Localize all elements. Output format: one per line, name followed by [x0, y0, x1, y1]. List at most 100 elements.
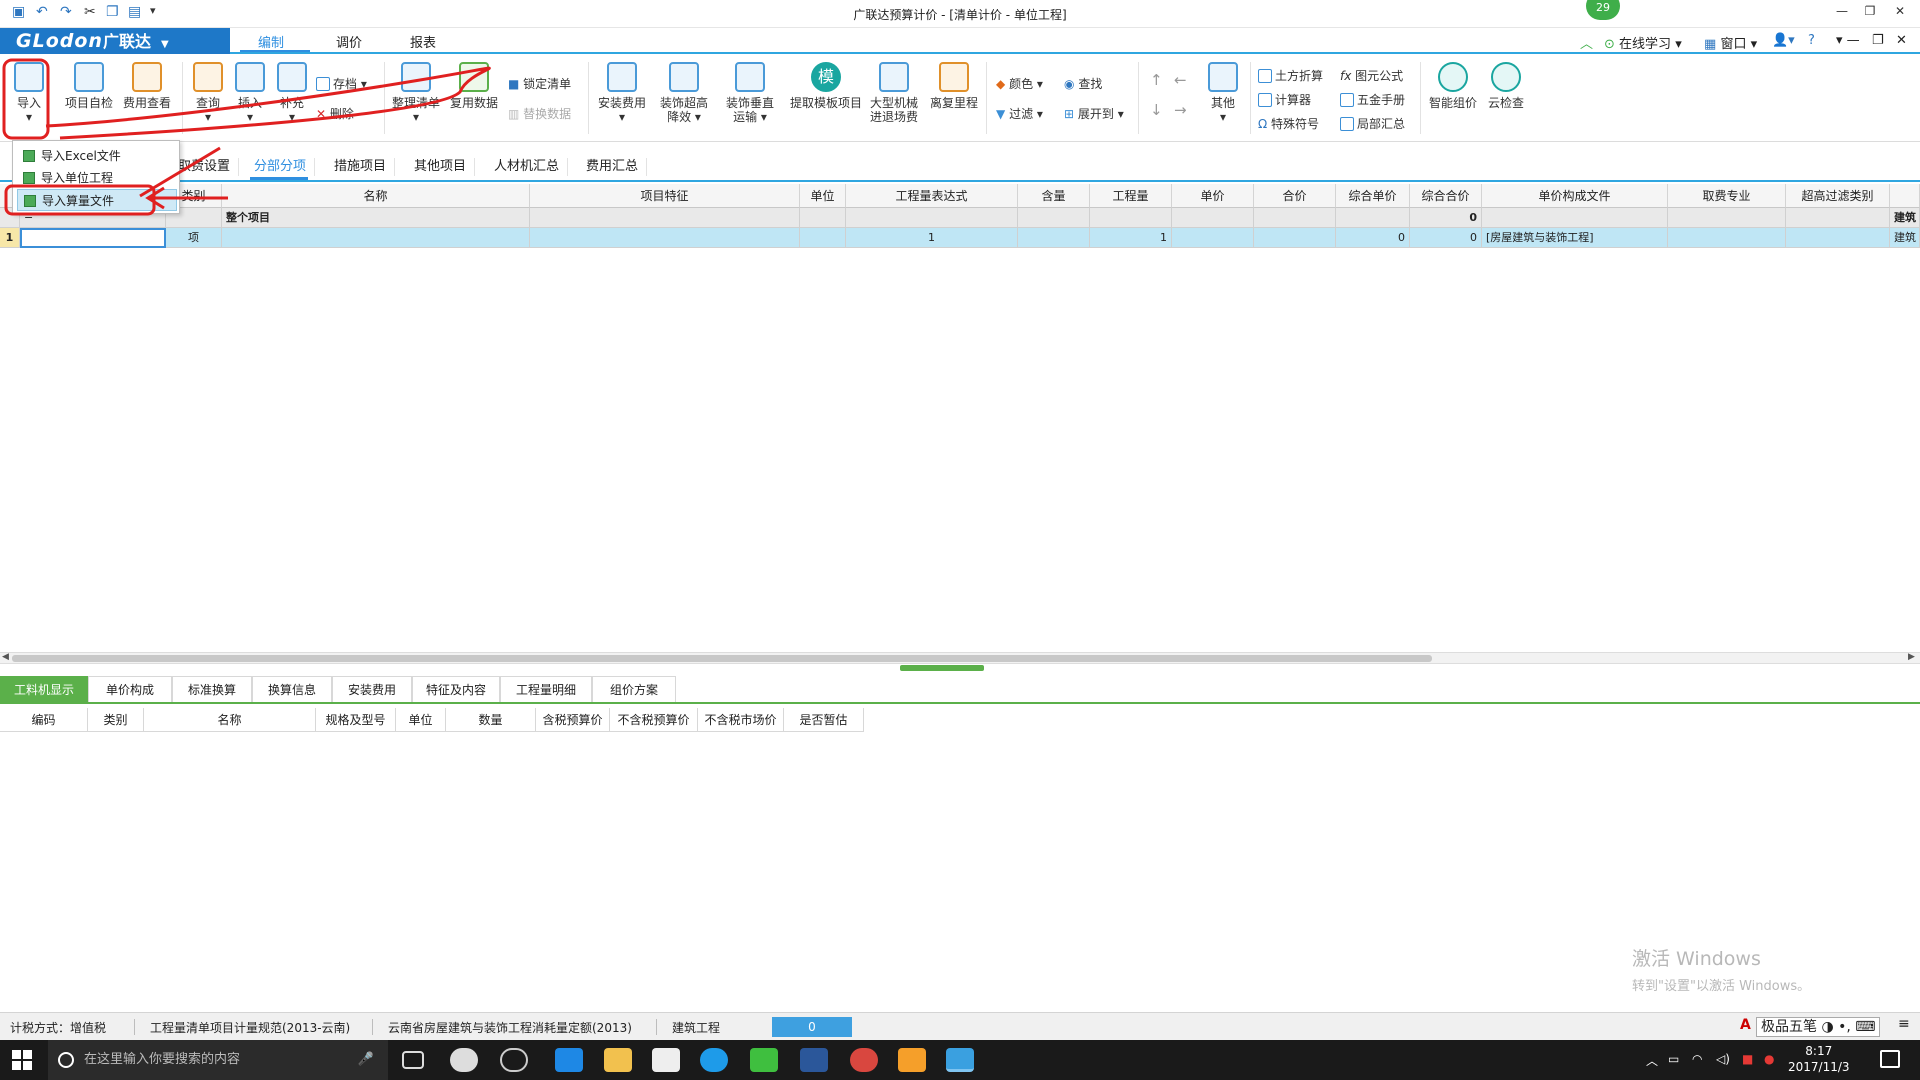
- grid-header-price[interactable]: 单价: [1172, 184, 1254, 208]
- deco-high-button[interactable]: 装饰超高 降效 ▾: [656, 62, 712, 124]
- tab-measure-items[interactable]: 措施项目: [326, 158, 396, 176]
- taskbar-clock[interactable]: 8:17 2017/11/3: [1788, 1043, 1850, 1075]
- grid-header-content[interactable]: 含量: [1018, 184, 1090, 208]
- tab-division-items[interactable]: 分部分项: [246, 158, 316, 176]
- far-distance-button[interactable]: 离复里程: [926, 62, 982, 110]
- menu-icon[interactable]: ≡: [1898, 1016, 1910, 1032]
- tab-other-items[interactable]: 其他项目: [406, 158, 476, 176]
- install-fee-button[interactable]: 安装费用 ▾: [594, 62, 650, 124]
- tray-app-icon[interactable]: ■: [1742, 1052, 1753, 1066]
- bgrid-header-unit[interactable]: 单位: [396, 708, 446, 732]
- bgrid-header-provisional[interactable]: 是否暂估: [784, 708, 864, 732]
- budget-app-icon[interactable]: [946, 1048, 974, 1072]
- horizontal-scrollbar[interactable]: ◀ ▶: [0, 652, 1920, 664]
- filter-button[interactable]: ▼ 过滤 ▾: [996, 106, 1043, 122]
- task-view-icon[interactable]: [402, 1051, 424, 1069]
- hardware-manual-button[interactable]: 五金手册: [1340, 92, 1405, 108]
- menu-tab-report[interactable]: 报表: [410, 32, 436, 51]
- tab-price-composition[interactable]: 单价构成: [88, 676, 172, 702]
- table-row-project[interactable]: − 整个项目 0 建筑: [0, 208, 1920, 228]
- tab-material-summary[interactable]: 人材机汇总: [486, 158, 569, 176]
- grid-header-unit-total[interactable]: 综合合价: [1410, 184, 1482, 208]
- import-button[interactable]: 导入 ▾: [8, 62, 50, 124]
- menu-item-import-unit-project[interactable]: 导入单位工程: [17, 167, 177, 189]
- tab-quantity-detail[interactable]: 工程量明细: [500, 676, 592, 702]
- fee-view-button[interactable]: 费用查看: [120, 62, 174, 110]
- grid-header-feature[interactable]: 项目特征: [530, 184, 800, 208]
- grid-header-fee-type[interactable]: 取费专业: [1668, 184, 1786, 208]
- find-button[interactable]: ◉ 查找: [1064, 76, 1102, 92]
- grid-header-unit-price[interactable]: 综合单价: [1336, 184, 1410, 208]
- other-button[interactable]: 其他 ▾: [1200, 62, 1246, 124]
- grid-header-price-file[interactable]: 单价构成文件: [1482, 184, 1668, 208]
- query-button[interactable]: 查询 ▾: [188, 62, 228, 124]
- bgrid-header-amount[interactable]: 数量: [446, 708, 536, 732]
- reuse-data-button[interactable]: 复用数据: [448, 62, 500, 110]
- special-char-button[interactable]: Ω 特殊符号: [1258, 116, 1319, 132]
- save-archive-button[interactable]: 存档 ▾: [316, 76, 367, 92]
- big-machine-button[interactable]: 大型机械 进退场费: [866, 62, 922, 124]
- bgrid-header-spec[interactable]: 规格及型号: [316, 708, 396, 732]
- tray-expand-icon[interactable]: ︿: [1646, 1052, 1658, 1069]
- scroll-left-icon[interactable]: ◀: [2, 652, 9, 662]
- ime-indicator[interactable]: 极品五笔 ◑ •, ⌨: [1756, 1017, 1881, 1037]
- formula-button[interactable]: fx 图元公式: [1340, 68, 1403, 84]
- ribbon-minimize-icon[interactable]: ▾ —: [1836, 33, 1860, 48]
- tab-standard-conversion[interactable]: 标准换算: [172, 676, 252, 702]
- windows-start-icon[interactable]: [12, 1050, 32, 1070]
- grid-header-filter-type[interactable]: 超高过滤类别: [1786, 184, 1890, 208]
- edge-icon[interactable]: [555, 1048, 583, 1072]
- bgrid-header-code[interactable]: 编码: [0, 708, 88, 732]
- earthwork-button[interactable]: 土方折算: [1258, 68, 1323, 84]
- help-icon[interactable]: ?: [1808, 33, 1815, 48]
- tab-conversion-info[interactable]: 换算信息: [252, 676, 332, 702]
- insert-button[interactable]: 插入 ▾: [230, 62, 270, 124]
- menu-tab-adjust-price[interactable]: 调价: [336, 32, 362, 51]
- bgrid-header-notax-price[interactable]: 不含税预算价: [610, 708, 698, 732]
- code-cell-selected[interactable]: [20, 228, 166, 248]
- cloud-check-button[interactable]: 云检查: [1484, 62, 1528, 110]
- window-menu[interactable]: ▦ 窗口 ▾: [1704, 33, 1757, 52]
- pane-splitter-handle[interactable]: [900, 665, 984, 671]
- color-button[interactable]: ◆ 颜色 ▾: [996, 76, 1043, 92]
- replace-data-button[interactable]: ▥ 替换数据: [508, 106, 571, 122]
- calculator-button[interactable]: 计算器: [1258, 92, 1311, 108]
- bgrid-header-notax-market[interactable]: 不含税市场价: [698, 708, 784, 732]
- ribbon-close-icon[interactable]: ✕: [1896, 33, 1907, 48]
- wechat-icon[interactable]: [750, 1048, 778, 1072]
- scroll-right-icon[interactable]: ▶: [1908, 652, 1915, 662]
- store-icon[interactable]: [652, 1048, 680, 1072]
- app-icon-browser[interactable]: [500, 1048, 528, 1072]
- microphone-icon[interactable]: 🎤: [358, 1040, 374, 1080]
- grid-header-name[interactable]: 名称: [222, 184, 530, 208]
- lock-list-button[interactable]: ■ 锁定清单: [508, 76, 571, 92]
- bgrid-header-name[interactable]: 名称: [144, 708, 316, 732]
- restore-icon[interactable]: ❐: [1858, 4, 1882, 18]
- close-icon[interactable]: ✕: [1888, 4, 1912, 18]
- organize-list-button[interactable]: 整理清单 ▾: [390, 62, 442, 124]
- tab-feature-content[interactable]: 特征及内容: [412, 676, 500, 702]
- move-up-icon[interactable]: ↑: [1150, 72, 1163, 88]
- move-left-icon[interactable]: ←: [1174, 72, 1187, 88]
- action-center-icon[interactable]: [1880, 1050, 1900, 1068]
- grid-header-total[interactable]: 合价: [1254, 184, 1336, 208]
- grid-header-quantity[interactable]: 工程量: [1090, 184, 1172, 208]
- scrollbar-thumb[interactable]: [12, 655, 1432, 662]
- taskbar-search-box[interactable]: 在这里输入你要搜索的内容 🎤: [48, 1040, 388, 1080]
- bgrid-header-tax-price[interactable]: 含税预算价: [536, 708, 610, 732]
- user-icon[interactable]: 👤▾: [1772, 33, 1795, 48]
- ribbon-restore-icon[interactable]: ❐: [1872, 33, 1884, 48]
- battery-icon[interactable]: ▭: [1668, 1052, 1679, 1066]
- minimize-icon[interactable]: —: [1830, 4, 1854, 18]
- word-icon[interactable]: [800, 1048, 828, 1072]
- smart-price-button[interactable]: 智能组价: [1426, 62, 1480, 110]
- tab-pricing-plan[interactable]: 组价方案: [592, 676, 676, 702]
- supplement-button[interactable]: 补充 ▾: [272, 62, 312, 124]
- grid-header-unit[interactable]: 单位: [800, 184, 846, 208]
- menu-item-import-excel[interactable]: 导入Excel文件: [17, 145, 177, 167]
- tab-fee-summary[interactable]: 费用汇总: [578, 158, 648, 176]
- ime-logo-icon[interactable]: A: [1740, 1017, 1751, 1033]
- tray-app-icon-2[interactable]: ●: [1764, 1052, 1774, 1066]
- menu-item-import-quantity-file[interactable]: 导入算量文件: [17, 189, 177, 211]
- expand-to-button[interactable]: ⊞ 展开到 ▾: [1064, 106, 1124, 122]
